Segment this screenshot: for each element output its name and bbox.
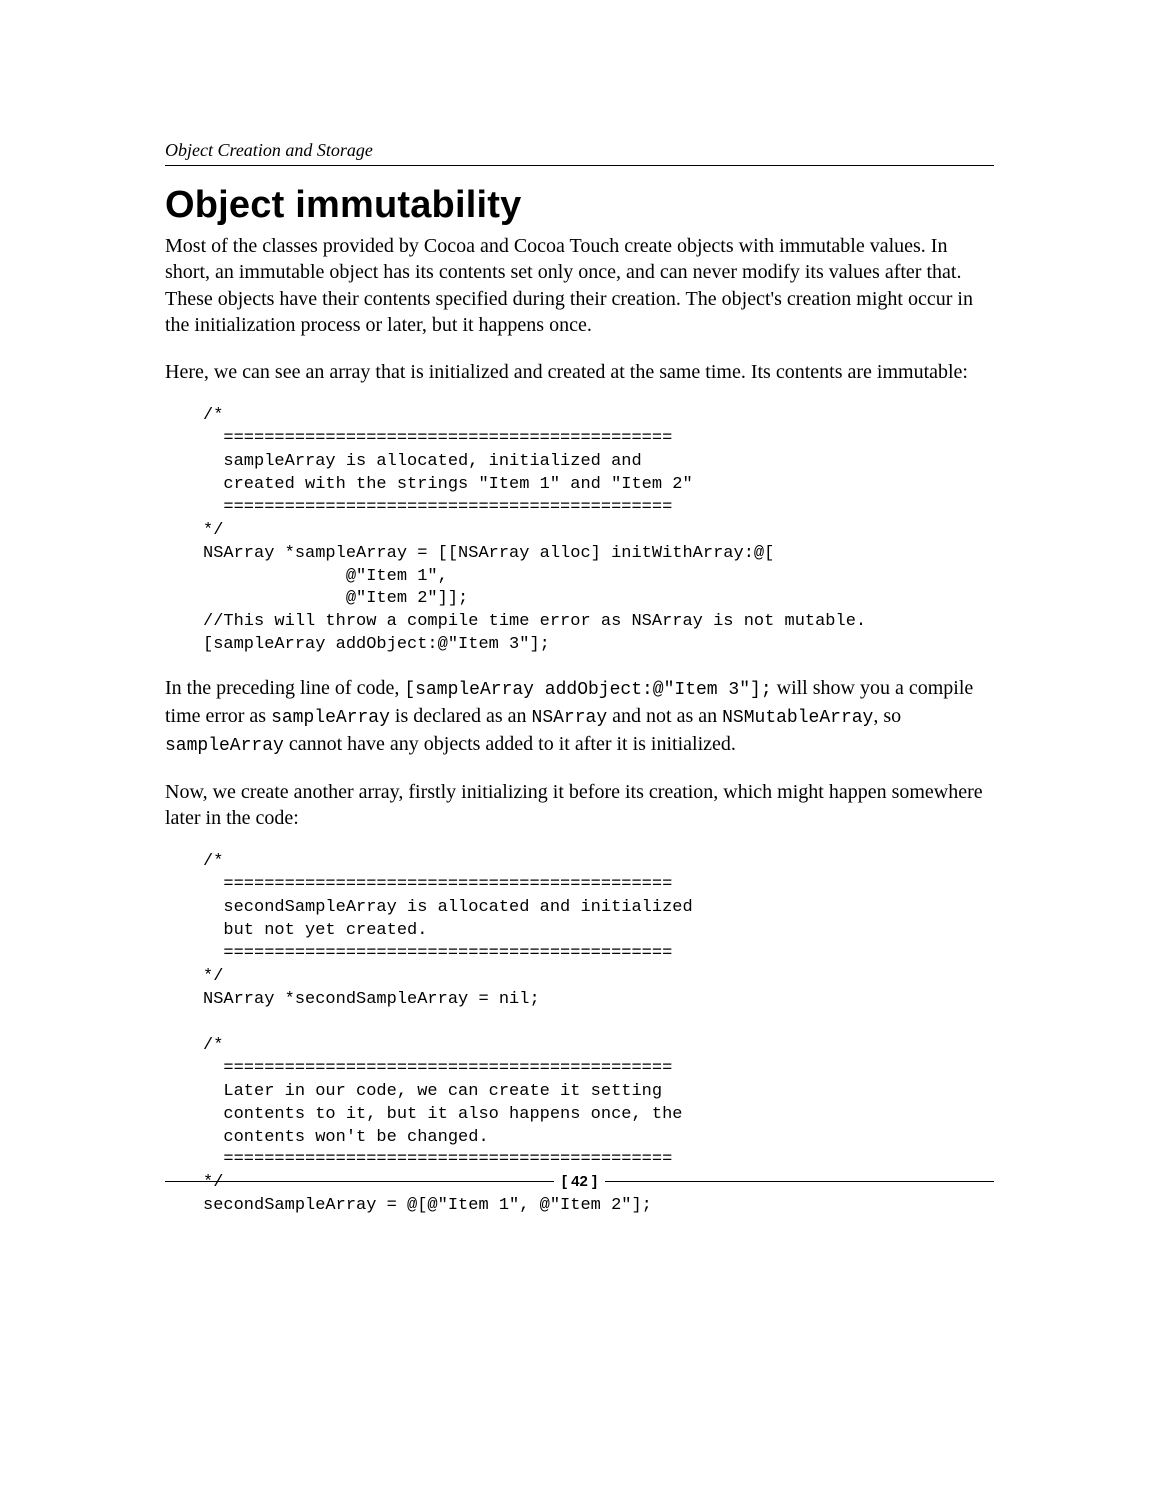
inline-code-2: sampleArray — [271, 708, 390, 728]
p3-text-f: cannot have any objects added to it afte… — [284, 733, 736, 755]
footer-rule-right — [605, 1181, 994, 1182]
section-title: Object immutability — [165, 184, 994, 227]
page-number: [ 42 ] — [554, 1173, 605, 1190]
p3-text-c: is declared as an — [390, 705, 532, 727]
code-block-1: /* =====================================… — [203, 405, 994, 657]
page: Object Creation and Storage Object immut… — [0, 0, 1159, 1500]
paragraph-1: Most of the classes provided by Cocoa an… — [165, 233, 994, 339]
inline-code-5: sampleArray — [165, 736, 284, 756]
p3-text-d: and not as an — [607, 705, 722, 727]
inline-code-1: [sampleArray addObject:@"Item 3"]; — [404, 680, 771, 700]
paragraph-2: Here, we can see an array that is initia… — [165, 359, 994, 385]
page-footer: [ 42 ] — [165, 1173, 994, 1190]
footer-rule-left — [165, 1181, 554, 1182]
paragraph-4: Now, we create another array, firstly in… — [165, 779, 994, 832]
paragraph-3: In the preceding line of code, [sampleAr… — [165, 675, 994, 758]
inline-code-3: NSArray — [532, 708, 608, 728]
code-block-2: /* =====================================… — [203, 851, 994, 1218]
p3-text-e: , so — [873, 705, 901, 727]
p3-text-a: In the preceding line of code, — [165, 677, 404, 699]
inline-code-4: NSMutableArray — [722, 708, 873, 728]
running-header: Object Creation and Storage — [165, 140, 994, 166]
